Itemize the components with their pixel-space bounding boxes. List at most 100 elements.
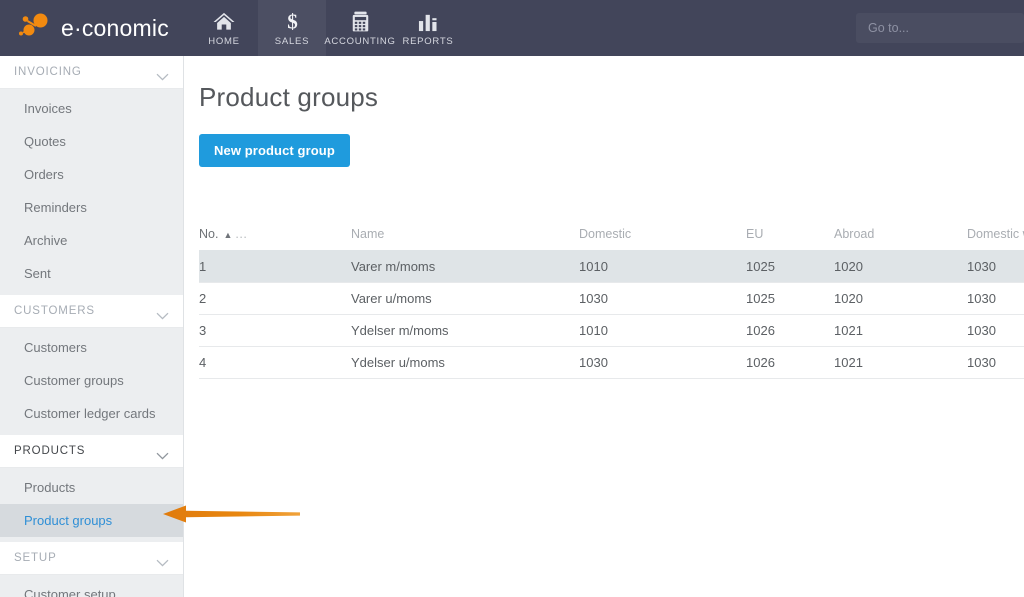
tab-accounting[interactable]: ACCOUNTING [324, 0, 396, 56]
sidebar-item-customer-ledger-cards[interactable]: Customer ledger cards [0, 397, 183, 430]
sidebar-section-invoicing[interactable]: INVOICING [0, 56, 183, 89]
cell-domestic-w: 1030 [967, 346, 1024, 379]
sidebar-item-orders[interactable]: Orders [0, 158, 183, 191]
cell-no: 3 [199, 314, 351, 347]
sidebar-item-label: Orders [24, 167, 64, 182]
sidebar-section-customers-items: Customers Customer groups Customer ledge… [0, 328, 183, 435]
sidebar-item-label: Quotes [24, 134, 66, 149]
tab-sales-label: SALES [274, 35, 310, 47]
table-body: 1 Varer m/moms 1010 1025 1020 1030 2 Var… [199, 250, 1024, 379]
chevron-down-icon [156, 307, 169, 320]
table-row[interactable]: 2 Varer u/moms 1030 1025 1020 1030 [199, 282, 1024, 315]
column-header-domestic-w[interactable]: Domestic w [967, 227, 1024, 251]
sidebar-item-label: Sent [24, 266, 51, 281]
sidebar-item-quotes[interactable]: Quotes [0, 125, 183, 158]
cell-no: 2 [199, 282, 351, 315]
cell-name: Ydelser m/moms [351, 314, 579, 347]
cell-abroad: 1021 [834, 346, 967, 379]
house-icon [212, 10, 236, 32]
sidebar-section-products-label: PRODUCTS [14, 445, 86, 457]
sidebar-item-invoices[interactable]: Invoices [0, 92, 183, 125]
cell-abroad: 1020 [834, 282, 967, 315]
sidebar-item-label: Reminders [24, 200, 87, 215]
sort-ascending-icon[interactable]: ▲ [218, 230, 235, 240]
cell-no: 4 [199, 346, 351, 379]
sidebar-item-label: Customer ledger cards [24, 406, 156, 421]
column-header-domestic[interactable]: Domestic [579, 227, 746, 251]
chevron-down-icon [156, 447, 169, 460]
sidebar-section-invoicing-label: INVOICING [14, 66, 82, 78]
bar-chart-icon [418, 10, 439, 32]
table-header-row: No. ▲... Name Domestic EU Abroad Domestic… [199, 227, 1024, 251]
tab-home-label: HOME [208, 35, 240, 47]
tab-home[interactable]: HOME [190, 0, 258, 56]
tab-accounting-label: ACCOUNTING [324, 35, 396, 47]
sidebar-section-setup[interactable]: SETUP [0, 542, 183, 575]
cell-eu: 1025 [746, 282, 834, 315]
cell-abroad: 1020 [834, 250, 967, 283]
tab-reports-label: REPORTS [402, 35, 454, 47]
sidebar-item-label: Customers [24, 340, 87, 355]
tab-reports[interactable]: REPORTS [394, 0, 462, 56]
cell-domestic-w: 1030 [967, 282, 1024, 315]
sidebar-item-customer-groups[interactable]: Customer groups [0, 364, 183, 397]
cell-eu: 1026 [746, 314, 834, 347]
app-root: e·conomic HOME $ SALES ACCOUNTING REPORT… [0, 0, 1024, 597]
cell-domestic: 1010 [579, 250, 746, 283]
top-navigation-bar: e·conomic HOME $ SALES ACCOUNTING REPORT… [0, 0, 1024, 56]
calculator-icon [352, 10, 369, 32]
cell-domestic: 1030 [579, 282, 746, 315]
top-nav-tabs: HOME $ SALES ACCOUNTING REPORTS [190, 0, 462, 56]
column-header-eu[interactable]: EU [746, 227, 834, 251]
dollar-icon: $ [283, 10, 302, 32]
product-groups-table: No. ▲... Name Domestic EU Abroad Domestic… [199, 227, 1024, 379]
arrow-left-pointer-icon [150, 496, 320, 532]
sidebar-item-reminders[interactable]: Reminders [0, 191, 183, 224]
column-header-name[interactable]: Name [351, 227, 579, 251]
sidebar-item-label: Customer groups [24, 373, 124, 388]
table-row[interactable]: 3 Ydelser m/moms 1010 1026 1021 1030 [199, 314, 1024, 347]
cell-eu: 1026 [746, 346, 834, 379]
cell-domestic-w: 1030 [967, 250, 1024, 283]
sidebar-section-customers[interactable]: CUSTOMERS [0, 295, 183, 328]
table-row[interactable]: 4 Ydelser u/moms 1030 1026 1021 1030 [199, 346, 1024, 379]
sidebar-item-sent[interactable]: Sent [0, 257, 183, 290]
column-header-no[interactable]: No. ▲... [199, 227, 351, 251]
new-product-group-button[interactable]: New product group [199, 134, 350, 167]
table-row[interactable]: 1 Varer m/moms 1010 1025 1020 1030 [199, 250, 1024, 283]
column-menu-icon[interactable]: ... [235, 227, 247, 241]
sidebar-item-customer-setup[interactable]: Customer setup [0, 578, 183, 597]
column-header-no-label: No. [199, 227, 219, 241]
brand-name: e·conomic [61, 14, 169, 41]
cell-abroad: 1021 [834, 314, 967, 347]
sidebar-section-setup-items: Customer setup [0, 575, 183, 597]
cell-domestic: 1030 [579, 346, 746, 379]
sidebar-section-customers-label: CUSTOMERS [14, 305, 95, 317]
search-placeholder: Go to... [868, 21, 909, 35]
tab-sales[interactable]: $ SALES [258, 0, 326, 56]
page-title: Product groups [199, 82, 379, 112]
sidebar-item-label: Archive [24, 233, 68, 248]
sidebar-section-products[interactable]: PRODUCTS [0, 435, 183, 468]
cell-no: 1 [199, 250, 351, 283]
search-input[interactable]: Go to... [856, 13, 1024, 43]
molecule-dots-icon [18, 12, 54, 44]
svg-text:$: $ [287, 10, 298, 32]
cell-domestic-w: 1030 [967, 314, 1024, 347]
chevron-down-icon [156, 68, 169, 81]
cell-name: Varer m/moms [351, 250, 579, 283]
cell-eu: 1025 [746, 250, 834, 283]
sidebar-item-label: Customer setup [24, 587, 116, 597]
cell-name: Varer u/moms [351, 282, 579, 315]
cell-name: Ydelser u/moms [351, 346, 579, 379]
column-header-abroad[interactable]: Abroad [834, 227, 967, 251]
chevron-down-icon [156, 554, 169, 567]
sidebar-section-invoicing-items: Invoices Quotes Orders Reminders Archive… [0, 89, 183, 295]
brand-logo[interactable]: e·conomic [0, 0, 190, 56]
sidebar-item-label: Invoices [24, 101, 72, 116]
sidebar-item-archive[interactable]: Archive [0, 224, 183, 257]
sidebar-section-setup-label: SETUP [14, 552, 57, 564]
sidebar-item-customers[interactable]: Customers [0, 331, 183, 364]
sidebar-item-label: Products [24, 480, 76, 495]
